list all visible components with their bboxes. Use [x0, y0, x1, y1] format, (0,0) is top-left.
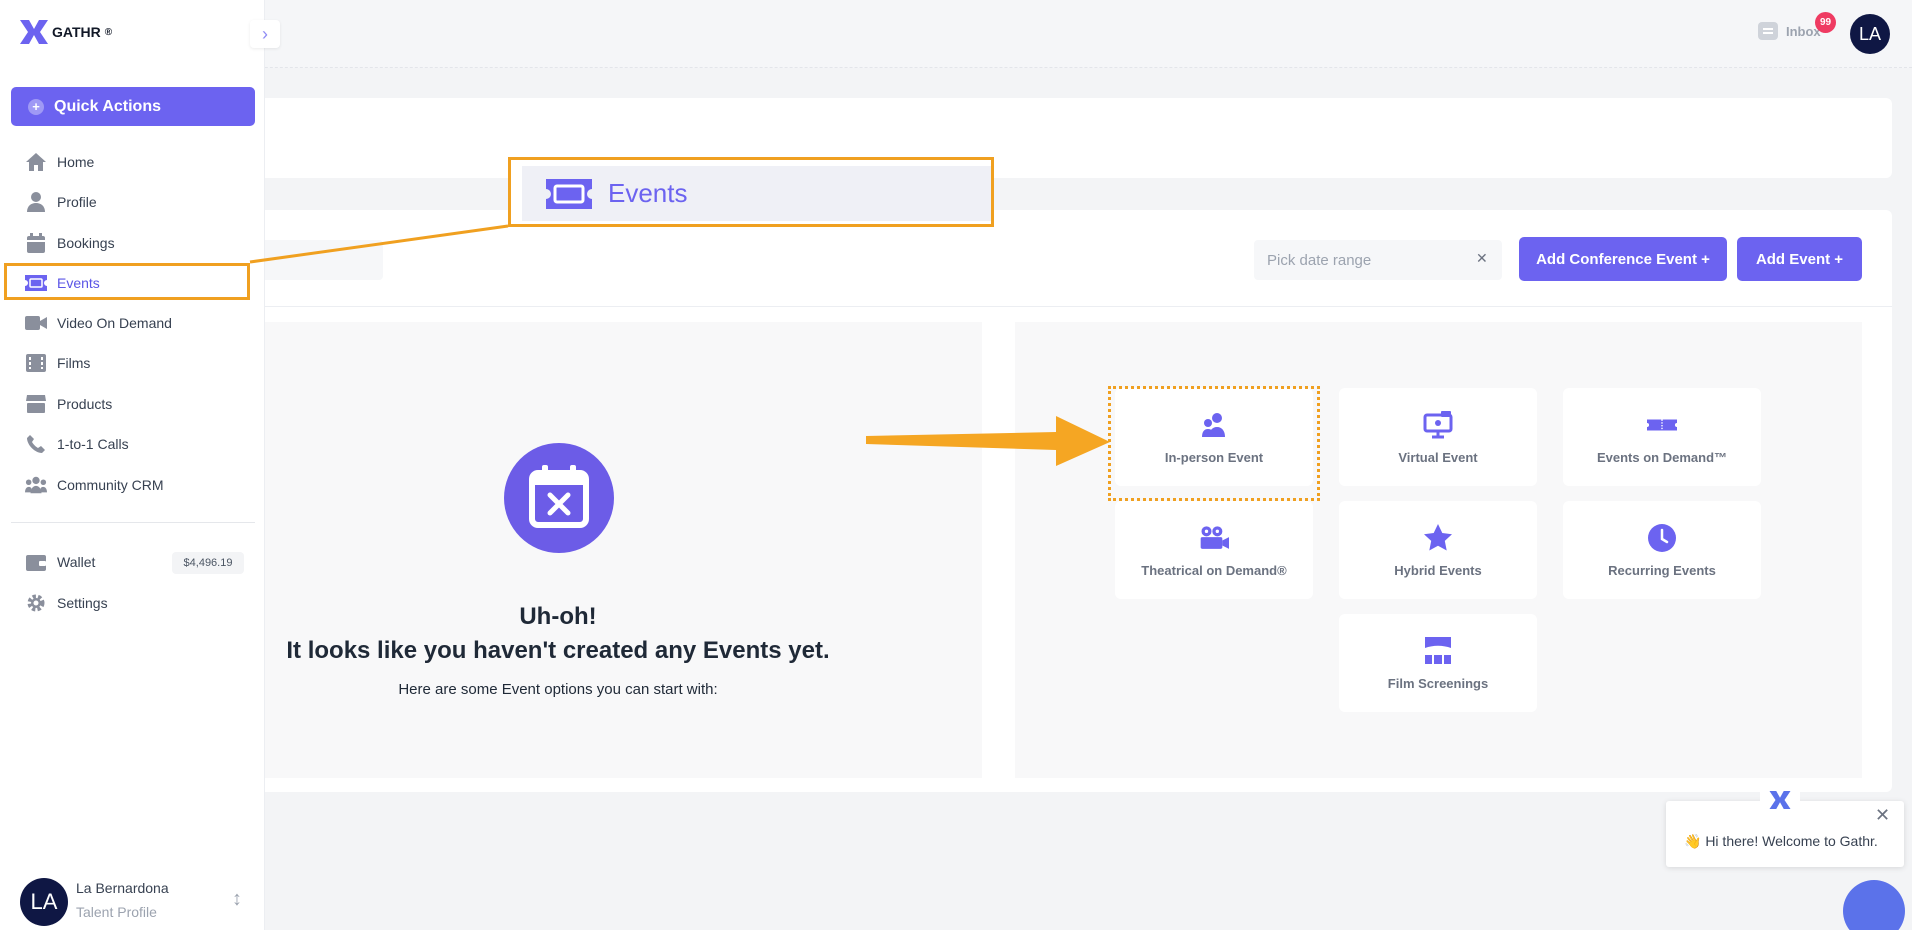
gear-icon [25, 593, 47, 613]
sidebar-item-label: Products [57, 396, 113, 412]
switch-profile-icon[interactable]: ↕ [232, 888, 242, 911]
quick-actions-button[interactable]: + Quick Actions [11, 87, 255, 126]
highlight-in-person-option [1108, 386, 1320, 501]
presentation-icon [1423, 410, 1453, 440]
chevron-right-icon: › [262, 23, 268, 44]
option-film-screenings[interactable]: Film Screenings [1339, 614, 1537, 712]
sidebar-item-bookings[interactable]: Bookings [25, 231, 115, 255]
date-range-picker[interactable]: Pick date range [1254, 240, 1502, 280]
ticket-strip-icon [1647, 410, 1677, 440]
wallet-balance: $4,496.19 [172, 552, 244, 574]
user-name: La Bernardona [76, 880, 169, 896]
option-label: Virtual Event [1398, 449, 1478, 465]
chat-logo-icon [1760, 785, 1800, 815]
option-hybrid-events[interactable]: Hybrid Events [1339, 501, 1537, 599]
calendar-icon [25, 233, 47, 253]
home-icon [25, 152, 47, 172]
sidebar-item-products[interactable]: Products [25, 392, 112, 416]
sidebar-item-label: Bookings [57, 235, 115, 251]
sidebar-item-profile[interactable]: Profile [25, 190, 97, 214]
chat-launcher-button[interactable] [1843, 880, 1905, 930]
users-icon [25, 475, 47, 495]
account-avatar[interactable]: LA [1850, 14, 1890, 54]
pointer-arrow-icon [866, 416, 1110, 466]
user-avatar[interactable]: LA [20, 878, 68, 926]
sidebar-item-label: 1-to-1 Calls [57, 436, 129, 452]
sidebar-item-films[interactable]: Films [25, 351, 90, 375]
inbox-count-badge: 99 [1815, 12, 1836, 33]
brand-mark: ® [104, 26, 113, 38]
zoom-callout-label: Events [608, 178, 688, 208]
star-icon [1423, 523, 1453, 553]
sidebar-item-settings[interactable]: Settings [25, 591, 108, 615]
option-label: Film Screenings [1387, 675, 1489, 691]
option-label: Recurring Events [1608, 562, 1716, 578]
wallet-icon [25, 552, 47, 572]
sidebar-item-label: Profile [57, 194, 97, 210]
empty-state-title: Uh-oh! It looks like you haven't created… [218, 600, 898, 668]
sidebar-item-label: Settings [57, 595, 108, 611]
quick-actions-label: Quick Actions [54, 97, 161, 115]
sidebar-item-community-crm[interactable]: Community CRM [25, 473, 164, 497]
calendar-x-icon [504, 443, 614, 553]
divider [218, 306, 1892, 307]
chat-greeting: 👋 Hi there! Welcome to Gathr. [1684, 833, 1878, 849]
sidebar [0, 0, 265, 930]
option-theatrical-on-demand[interactable]: Theatrical on Demand® [1115, 501, 1313, 599]
close-icon[interactable]: ✕ [1875, 805, 1890, 826]
option-label: Events on Demand™ [1596, 449, 1728, 465]
empty-subtitle: It looks like you haven't created any Ev… [286, 637, 830, 664]
user-role: Talent Profile [76, 904, 157, 920]
option-events-on-demand[interactable]: Events on Demand™ [1563, 388, 1761, 486]
sidebar-item-label: Wallet [57, 554, 96, 570]
option-label: Theatrical on Demand® [1141, 562, 1287, 578]
sidebar-item-home[interactable]: Home [25, 150, 94, 174]
cinema-icon [1423, 636, 1453, 666]
clock-icon [1647, 523, 1677, 553]
sidebar-item-wallet[interactable]: Wallet [25, 550, 95, 574]
option-recurring-events[interactable]: Recurring Events [1563, 501, 1761, 599]
brand-logo[interactable]: GATHR ® [20, 20, 112, 44]
video-icon [25, 313, 47, 333]
collapse-sidebar-button[interactable]: › [250, 20, 280, 48]
header-panel [218, 98, 1892, 178]
sidebar-item-label: Community CRM [57, 477, 164, 493]
top-bar [0, 0, 1912, 68]
zoom-callout-content: Events [522, 166, 991, 221]
brand-name: GATHR [52, 24, 101, 40]
inbox-icon [1758, 22, 1778, 40]
sidebar-item-label: Video On Demand [57, 315, 172, 331]
zoom-callout: Events [508, 157, 994, 227]
ticket-icon [546, 178, 592, 209]
empty-title: Uh-oh! [519, 603, 597, 630]
plus-icon: + [28, 98, 44, 115]
add-event-button[interactable]: Add Event + [1737, 237, 1862, 281]
sidebar-item-label: Films [57, 355, 91, 371]
empty-state-hint: Here are some Event options you can star… [398, 681, 718, 698]
film-icon [25, 353, 47, 373]
gathr-logo-icon [20, 20, 48, 44]
option-virtual-event[interactable]: Virtual Event [1339, 388, 1537, 486]
phone-icon [25, 434, 47, 454]
option-label: Hybrid Events [1394, 562, 1482, 578]
highlight-events-nav [4, 263, 250, 300]
inbox-button[interactable]: Inbox [1758, 22, 1821, 40]
clear-date-icon[interactable]: ✕ [1476, 250, 1488, 267]
sidebar-item-1-to-1-calls[interactable]: 1-to-1 Calls [25, 432, 129, 456]
camera-icon [1199, 523, 1229, 553]
add-conference-event-button[interactable]: Add Conference Event + [1519, 237, 1727, 281]
sidebar-divider [11, 522, 255, 523]
store-icon [25, 394, 47, 414]
sidebar-item-video-on-demand[interactable]: Video On Demand [25, 311, 172, 335]
user-icon [25, 192, 47, 212]
sidebar-item-label: Home [57, 154, 95, 170]
